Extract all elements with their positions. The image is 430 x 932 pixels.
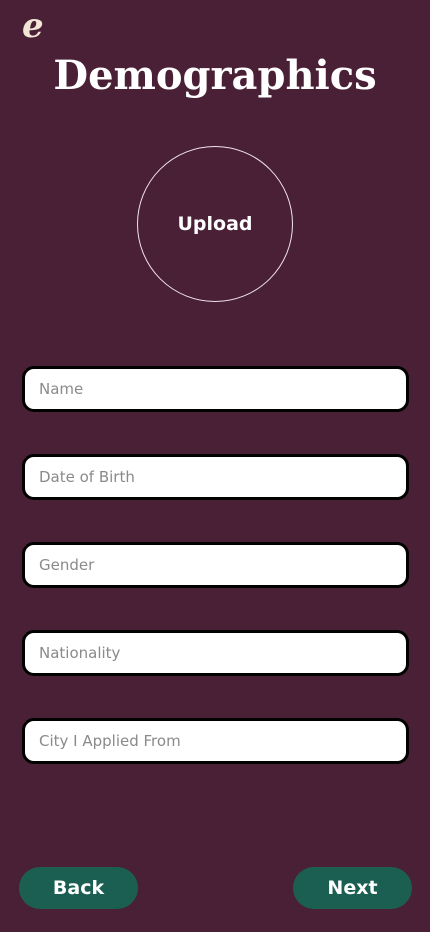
date-of-birth-field[interactable] [22, 454, 409, 500]
upload-label: Upload [177, 213, 253, 235]
upload-photo-button[interactable]: Upload [137, 146, 293, 302]
next-button[interactable]: Next [293, 867, 412, 909]
page-title: Demographics [53, 52, 377, 99]
city-applied-from-field[interactable] [22, 718, 409, 764]
name-field[interactable] [22, 366, 409, 412]
nationality-field[interactable] [22, 630, 409, 676]
app-logo: e [22, 6, 44, 46]
gender-field[interactable] [22, 542, 409, 588]
back-button[interactable]: Back [19, 867, 138, 909]
